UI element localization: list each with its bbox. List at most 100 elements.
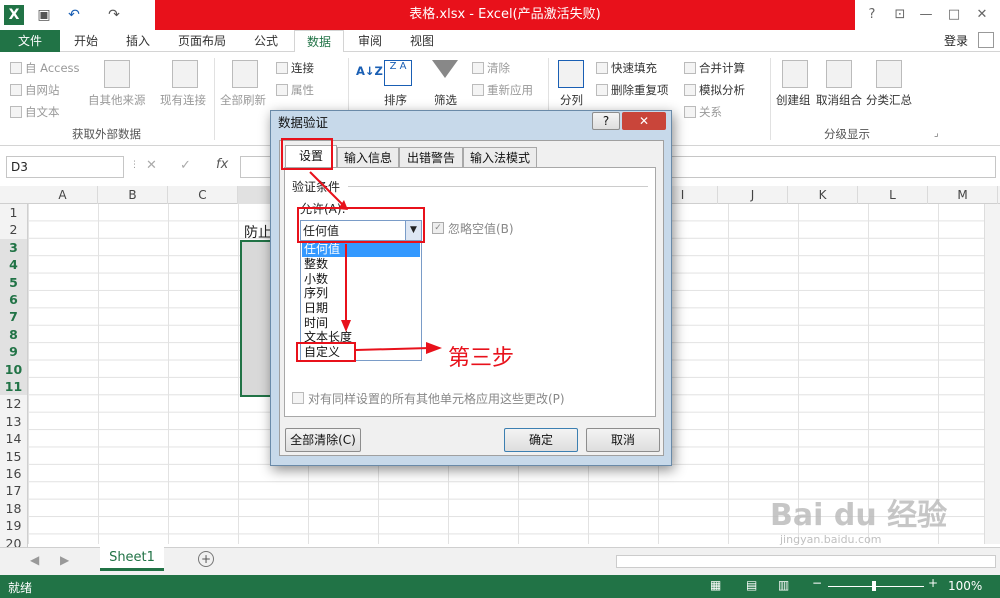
tab-insert[interactable]: 插入 [114, 30, 162, 52]
column-header[interactable]: L [858, 186, 928, 204]
tab-data[interactable]: 数据 [294, 30, 345, 53]
row-header[interactable]: 16 [0, 465, 28, 483]
row-header[interactable]: 4 [0, 256, 28, 274]
maximize-button[interactable]: □ [940, 4, 968, 26]
ok-button[interactable]: 确定 [504, 428, 578, 452]
relationships-icon [684, 106, 696, 118]
clear-all-button[interactable]: 全部清除(C) [285, 428, 361, 452]
row-header[interactable]: 8 [0, 325, 28, 344]
label: 清除 [487, 61, 510, 75]
vertical-scrollbar[interactable] [984, 204, 1000, 544]
dialog-help-button[interactable]: ? [592, 112, 620, 130]
what-if-button[interactable]: 模拟分析 [684, 82, 745, 98]
dialog-close-button[interactable]: ✕ [622, 112, 666, 130]
sort-button[interactable]: 排序 [384, 92, 407, 108]
sheet-tab[interactable]: Sheet1 [100, 547, 164, 571]
column-header[interactable]: C [168, 186, 238, 204]
existing-connections-button[interactable]: 现有连接 [160, 92, 206, 108]
save-icon[interactable]: ▣ [34, 5, 54, 25]
group-button[interactable]: 创建组 [776, 92, 811, 108]
login-link[interactable]: 登录 [944, 32, 968, 49]
row-header[interactable]: 3 [0, 238, 28, 257]
column-header[interactable]: K [788, 186, 858, 204]
excel-logo-icon: X [4, 5, 24, 25]
redo-icon[interactable]: ↷ [104, 5, 124, 25]
refresh-all-button[interactable]: 全部刷新 [220, 92, 266, 108]
enter-icon[interactable]: ✓ [180, 158, 191, 173]
add-sheet-icon[interactable]: + [198, 551, 214, 567]
tab-view[interactable]: 视图 [398, 30, 446, 52]
column-header[interactable]: B [98, 186, 168, 204]
tab-file[interactable]: 文件 [0, 30, 60, 52]
properties-button[interactable]: 属性 [276, 82, 314, 98]
row-header[interactable]: 14 [0, 430, 28, 448]
tab-review[interactable]: 审阅 [346, 30, 394, 52]
zoom-out-icon[interactable]: − [812, 576, 822, 590]
row-header[interactable]: 1 [0, 204, 28, 222]
tab-formulas[interactable]: 公式 [242, 30, 290, 52]
prev-sheet-icon[interactable]: ◀ [30, 553, 39, 567]
row-header[interactable]: 10 [0, 360, 28, 378]
row-header[interactable]: 9 [0, 343, 28, 361]
close-button[interactable]: ✕ [968, 4, 996, 26]
reapply-button[interactable]: 重新应用 [472, 82, 533, 98]
text-icon [10, 106, 22, 118]
row-header[interactable]: 19 [0, 517, 28, 535]
from-access-button[interactable]: 自 Access [10, 60, 80, 76]
row-header[interactable]: 7 [0, 308, 28, 326]
sort-az-icon[interactable]: A↓Z [356, 64, 383, 78]
flash-fill-button[interactable]: 快速填充 [596, 60, 657, 76]
help-button[interactable]: ? [858, 4, 886, 26]
tab-home[interactable]: 开始 [62, 30, 110, 52]
cancel-button[interactable]: 取消 [586, 428, 660, 452]
page-layout-icon[interactable]: ▤ [746, 578, 757, 592]
row-header[interactable]: 6 [0, 291, 28, 309]
column-header[interactable]: M [928, 186, 998, 204]
zoom-level[interactable]: 100% [948, 579, 982, 593]
subtotal-button[interactable]: 分类汇总 [866, 92, 912, 108]
dialog-launcher-icon[interactable]: ⌟ [934, 128, 939, 139]
from-web-button[interactable]: 自网站 [10, 82, 60, 98]
row-header[interactable]: 18 [0, 499, 28, 518]
zoom-thumb[interactable] [872, 581, 876, 591]
minimize-button[interactable]: — [912, 4, 940, 26]
undo-icon[interactable]: ↶ [64, 5, 84, 25]
split-icon [558, 60, 584, 88]
zoom-in-icon[interactable]: + [928, 576, 938, 590]
row-header[interactable]: 5 [0, 273, 28, 291]
clear-button[interactable]: 清除 [472, 60, 510, 76]
horizontal-scrollbar[interactable] [616, 555, 996, 568]
text-to-columns-button[interactable]: 分列 [560, 92, 583, 108]
filter-button[interactable]: 筛选 [434, 92, 457, 108]
normal-view-icon[interactable]: ▦ [710, 578, 721, 592]
row-header[interactable]: 2 [0, 221, 28, 239]
ungroup-button[interactable]: 取消组合 [816, 92, 862, 108]
next-sheet-icon[interactable]: ▶ [60, 553, 69, 567]
cell-c2[interactable]: 防止 [244, 222, 272, 242]
connections-button[interactable]: 连接 [276, 60, 314, 76]
row-header[interactable]: 11 [0, 378, 28, 396]
row-header[interactable]: 17 [0, 482, 28, 500]
consolidate-button[interactable]: 合并计算 [684, 60, 745, 76]
page-break-icon[interactable]: ▥ [778, 578, 789, 592]
account-icon[interactable] [978, 32, 994, 48]
row-header[interactable]: 13 [0, 412, 28, 431]
remove-duplicates-button[interactable]: 删除重复项 [596, 82, 669, 98]
column-header[interactable]: A [28, 186, 98, 204]
from-text-button[interactable]: 自文本 [10, 104, 60, 120]
ribbon-display-icon[interactable]: ⊡ [886, 4, 914, 26]
function-icon[interactable]: fx [216, 157, 228, 172]
zoom-slider[interactable] [828, 586, 924, 587]
apply-all-checkbox[interactable] [292, 392, 304, 404]
sort-icon: Z A [384, 60, 412, 86]
row-header[interactable]: 12 [0, 395, 28, 413]
tab-page-layout[interactable]: 页面布局 [166, 30, 238, 52]
other-sources-button[interactable]: 自其他来源 [88, 92, 146, 108]
name-box[interactable]: D3 [6, 156, 124, 178]
column-header[interactable]: J [718, 186, 788, 204]
access-icon [10, 62, 22, 74]
cancel-icon[interactable]: ✕ [146, 158, 157, 173]
relationships-button[interactable]: 关系 [684, 104, 722, 120]
what-if-icon [684, 84, 696, 96]
row-header[interactable]: 15 [0, 447, 28, 465]
